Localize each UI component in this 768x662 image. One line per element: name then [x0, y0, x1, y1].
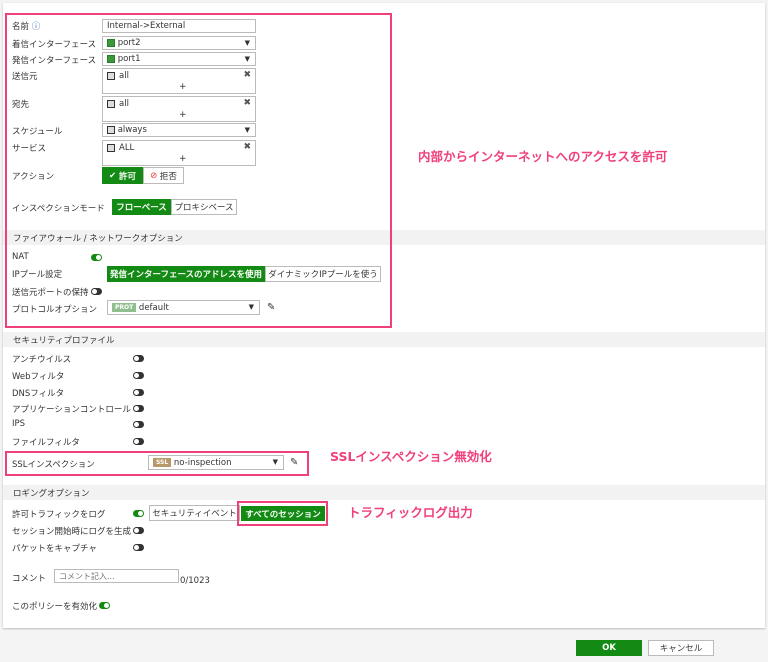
- log-allowed-label: 許可トラフィックをログ: [12, 510, 106, 520]
- security-profile-label: アンチウイルス: [12, 355, 72, 365]
- security-profile-label: DNSフィルタ: [12, 389, 65, 399]
- highlight-box-policy: [5, 13, 392, 328]
- enable-policy-label: このポリシーを有効化: [12, 602, 98, 612]
- security-profile-label: アプリケーションコントロール: [12, 405, 131, 415]
- security-profile-toggle[interactable]: [133, 405, 144, 412]
- logging-section-header: ロギングオプション: [3, 485, 765, 500]
- security-profile-label: Webフィルタ: [12, 372, 65, 382]
- annotation-allow-internet: 内部からインターネットへのアクセスを許可: [418, 149, 668, 164]
- log-start-toggle[interactable]: [133, 527, 144, 534]
- capture-packets-toggle[interactable]: [133, 544, 144, 551]
- capture-packets-label: パケットをキャプチャ: [12, 544, 97, 554]
- security-profile-toggle[interactable]: [133, 355, 144, 362]
- comment-label: コメント: [12, 574, 47, 584]
- log-allowed-toggle[interactable]: [133, 510, 144, 517]
- security-profile-toggle[interactable]: [133, 438, 144, 445]
- security-profile-toggle[interactable]: [133, 389, 144, 396]
- security-profile-label: ファイルフィルタ: [12, 438, 80, 448]
- security-profile-toggle[interactable]: [133, 372, 144, 379]
- comment-input[interactable]: [54, 569, 179, 583]
- security-profile-toggle[interactable]: [133, 421, 144, 428]
- cancel-button[interactable]: キャンセル: [648, 640, 714, 656]
- enable-policy-toggle[interactable]: [99, 602, 110, 609]
- highlight-box-all-sessions: [237, 501, 328, 526]
- security-profile-label: IPS: [12, 419, 26, 429]
- security-section-header: セキュリティプロファイル: [3, 332, 765, 347]
- log-start-label: セッション開始時にログを生成: [12, 527, 132, 537]
- security-events-button[interactable]: セキュリティイベント: [149, 505, 240, 521]
- highlight-box-ssl: [5, 451, 309, 476]
- annotation-ssl-disabled: SSLインスペクション無効化: [330, 449, 492, 464]
- ok-button[interactable]: OK: [576, 640, 642, 656]
- comment-counter: 0/1023: [180, 576, 210, 586]
- annotation-traffic-log: トラフィックログ出力: [348, 505, 473, 520]
